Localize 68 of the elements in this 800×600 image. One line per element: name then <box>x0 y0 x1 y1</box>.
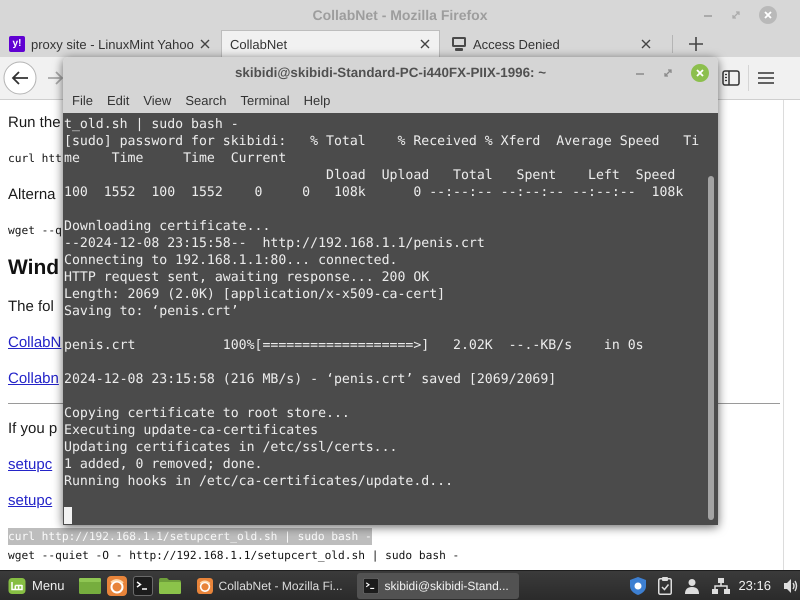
terminal-line: Running hooks in /etc/ca-certificates/update.d... <box>64 474 454 489</box>
scrollbar-thumb[interactable] <box>708 176 714 520</box>
terminal-line: 1 added, 0 removed; done. <box>64 457 262 472</box>
paragraph-text: Alterna <box>8 186 56 202</box>
link[interactable]: CollabN <box>8 334 62 350</box>
menu-item[interactable]: Terminal <box>234 93 297 108</box>
paragraph-text: Run the <box>8 114 61 130</box>
paragraph-text: The fol <box>8 298 54 314</box>
close-tab-icon[interactable] <box>641 39 651 49</box>
sidebar-icon[interactable] <box>722 70 740 86</box>
close-tab-icon[interactable] <box>200 39 210 49</box>
close-tab-icon[interactable] <box>420 39 430 49</box>
forward-icon[interactable] <box>47 71 63 85</box>
window-title: CollabNet - Mozilla Firefox <box>312 7 488 23</box>
clipboard-icon[interactable] <box>658 576 672 594</box>
menu-item[interactable]: View <box>136 93 178 108</box>
site-favicon: y! <box>9 36 25 52</box>
link[interactable]: Collabn <box>8 370 59 386</box>
terminal-line: me Time Time Current <box>64 151 286 166</box>
browser-tab[interactable]: y! proxy site - LinuxMint Yahoo <box>0 30 219 57</box>
browser-tab[interactable]: CollabNet <box>221 30 440 57</box>
link[interactable]: setupc <box>8 492 52 508</box>
window-title: skibidi@skibidi-Standard-PC-i440FX-PIIX-1996: ~ <box>234 65 546 80</box>
menu-button[interactable]: Menu <box>6 572 69 598</box>
terminal-line: --2024-12-08 23:15:58-- http://192.168.1.1/penis.crt <box>64 236 485 251</box>
code-text: wget --q <box>8 224 62 236</box>
paragraph-text: If you p <box>8 420 58 436</box>
menu-item[interactable]: File <box>65 93 100 108</box>
new-tab-icon[interactable] <box>689 36 703 50</box>
terminal-line: 100 1552 100 1552 0 0 108k 0 --:--:-- --:--:-- --:--:-- 108k <box>64 185 684 200</box>
folder-icon[interactable] <box>158 576 181 594</box>
terminal-icon <box>362 578 379 594</box>
browser-icon <box>196 578 213 594</box>
terminal-line: HTTP request sent, awaiting response... 200 OK <box>64 270 430 285</box>
terminal-line: penis.crt 100%[===================>] 2.02K --.-KB/s in 0s <box>64 338 644 353</box>
terminal-line: Length: 2069 (2.0K) [application/x-x509-ca-cert] <box>64 287 446 302</box>
speaker-icon[interactable] <box>783 578 798 594</box>
menu-item[interactable]: Help <box>296 93 338 108</box>
terminal-line: Saving to: ‘penis.crt’ <box>64 304 239 319</box>
link[interactable]: setupc <box>8 456 52 472</box>
code-line: wget --quiet -O - http://192.168.1.1/setupcert_old.sh | sudo bash - <box>8 548 460 564</box>
back-icon[interactable] <box>3 61 37 95</box>
menu-item[interactable]: Edit <box>100 93 136 108</box>
terminal-line: t_old.sh | sudo bash - <box>64 117 239 132</box>
terminal-line: Connecting to 192.168.1.1:80... connected. <box>64 253 398 268</box>
logo-icon <box>8 576 26 594</box>
terminal-line: Downloading certificate... <box>64 219 270 234</box>
clock[interactable]: 23:16 <box>738 578 771 593</box>
browser-icon[interactable] <box>106 576 127 596</box>
terminal-line: Dload Upload Total Spent Left Speed <box>326 168 676 183</box>
network-icon[interactable] <box>712 578 730 594</box>
terminal-icon[interactable] <box>132 576 153 596</box>
taskbar-window-button[interactable]: CollabNet - Mozilla Fi... <box>190 572 353 598</box>
browser-tab[interactable]: Access Denied <box>442 30 661 57</box>
terminal-line: Updating certificates in /etc/ssl/certs... <box>64 440 398 455</box>
heading: Wind <box>8 256 60 280</box>
terminal-line: 2024-12-08 23:15:58 (216 MB/s) - ‘penis.crt’ saved [2069/2069] <box>64 372 556 387</box>
user-icon[interactable] <box>684 578 700 594</box>
terminal-line: Executing update-ca-certificates <box>64 423 318 438</box>
terminal-line: Copying certificate to root store... <box>64 406 350 421</box>
computer-icon <box>451 36 467 52</box>
menu-icon[interactable] <box>758 71 774 85</box>
terminal-line: [sudo] password for skibidi: % Total % Received % Xferd Average Speed Ti <box>64 134 700 149</box>
code-text: curl htt <box>8 152 62 164</box>
desktop-icon[interactable] <box>78 576 101 594</box>
menu-item[interactable]: Search <box>178 93 234 108</box>
shield-icon[interactable] <box>630 576 646 594</box>
taskbar-window-button[interactable]: skibidi@skibidi-Stand... <box>356 572 519 598</box>
